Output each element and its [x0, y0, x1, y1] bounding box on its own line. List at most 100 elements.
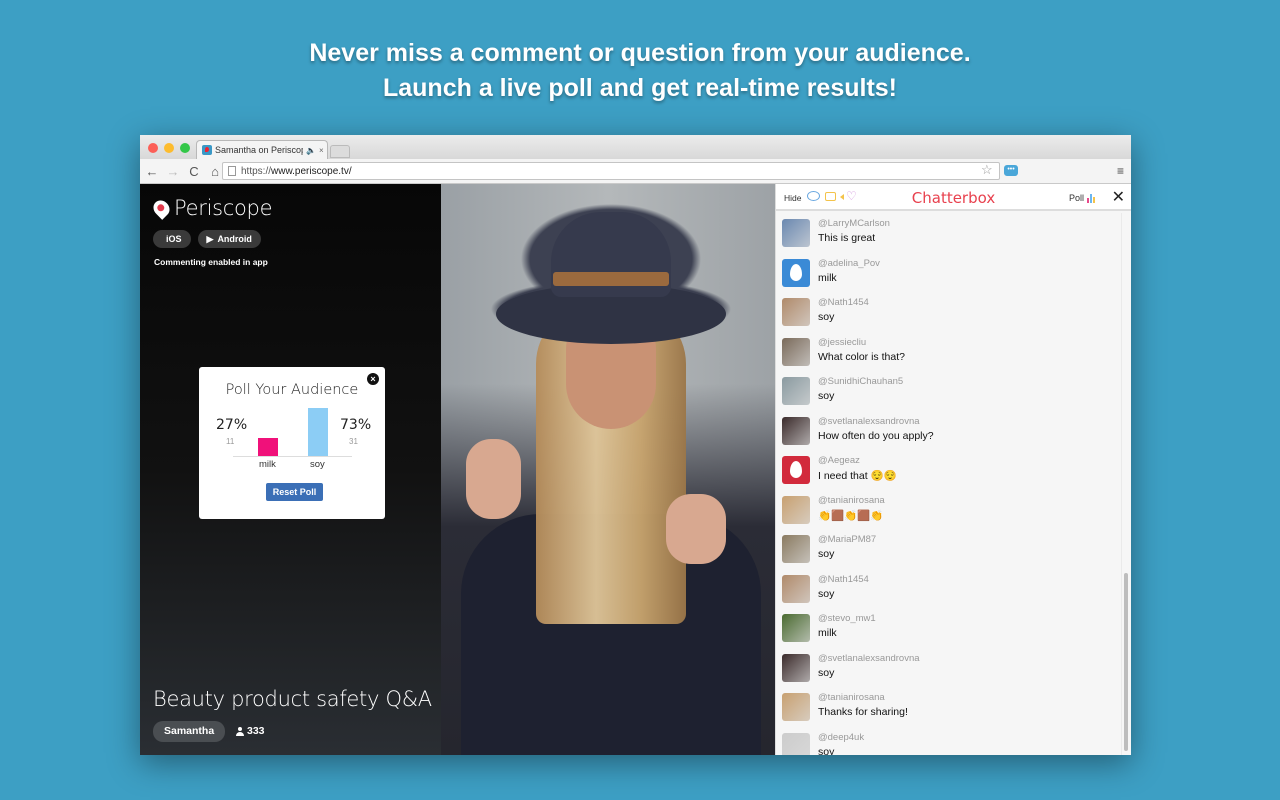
- chat-username[interactable]: @svetlanalexsandrovna: [818, 416, 920, 427]
- close-window-button[interactable]: [148, 143, 158, 153]
- chat-message: @stevo_mw1milk: [776, 608, 1122, 648]
- bar-chart-icon: [1087, 194, 1095, 203]
- chat-text: 👏🟫👏🟫👏: [818, 509, 884, 522]
- tab-title: Samantha on Periscope: [215, 145, 303, 155]
- chat-text: milk: [818, 271, 837, 284]
- person-icon: [236, 726, 244, 736]
- chat-text: This is great: [818, 232, 876, 244]
- url-text: https://www.periscope.tv/: [241, 166, 352, 177]
- user-avatar[interactable]: [782, 416, 810, 445]
- chat-message-list[interactable]: @LarryMCarlson This is great @adelina_Povm…: [776, 213, 1122, 755]
- chat-username[interactable]: @MariaPM87: [818, 534, 876, 545]
- bookmark-star-icon[interactable]: ☆: [981, 162, 993, 178]
- back-button[interactable]: ←: [143, 164, 161, 179]
- chat-scrollbar-thumb[interactable]: [1124, 573, 1128, 751]
- headline-line-1: Never miss a comment or question from yo…: [309, 39, 971, 67]
- minimize-window-button[interactable]: [164, 143, 174, 153]
- page-icon: [228, 166, 236, 176]
- chat-text: I need that 😌😌: [818, 470, 897, 482]
- poll-label-milk: milk: [259, 459, 276, 470]
- chat-text: soy: [818, 390, 835, 402]
- forward-button[interactable]: →: [164, 164, 182, 179]
- chat-message: @deep4uk soy: [776, 727, 1122, 755]
- poll-title: Poll Your Audience: [225, 382, 359, 398]
- chatterbox-panel: Hide ♡ Chatterbox Poll ✕ @LarryMCarlson T…: [775, 184, 1131, 755]
- user-avatar[interactable]: [782, 377, 810, 405]
- chat-username[interactable]: @tanianirosana: [818, 495, 885, 506]
- poll-toggle-button[interactable]: Poll: [1069, 193, 1095, 203]
- poll-label-soy: soy: [310, 459, 325, 470]
- user-avatar[interactable]: [782, 337, 810, 366]
- browser-tab[interactable]: Samantha on Periscope 🔈 ×: [196, 140, 328, 159]
- poll-baseline: [233, 456, 352, 457]
- chat-username[interactable]: @Aegeaz: [818, 455, 860, 466]
- poll-toggle-label: Poll: [1068, 193, 1084, 203]
- video-figure-hand-left: [466, 439, 521, 519]
- chat-message: @SunidhiChauhan5 soy: [776, 371, 1122, 411]
- promo-headline: Never miss a comment or question from yo…: [0, 36, 1280, 106]
- tab-close-icon[interactable]: ×: [319, 146, 324, 155]
- poll-card: × Poll Your Audience 27% 11 73% 31 milk …: [199, 367, 385, 519]
- chatterbox-extension-icon[interactable]: •••: [1004, 165, 1018, 176]
- user-avatar[interactable]: [782, 258, 810, 287]
- chat-message: @Nath1454 soy: [776, 292, 1122, 332]
- poll-milk-count: 11: [226, 437, 235, 446]
- chat-username[interactable]: @svetlanalexsandrovna: [818, 653, 920, 664]
- chat-message: @LarryMCarlson This is great: [776, 213, 1122, 253]
- chat-username[interactable]: @LarryMCarlson: [818, 218, 890, 229]
- new-tab-button[interactable]: [330, 145, 350, 158]
- periscope-pin-icon: [150, 196, 173, 220]
- maximize-window-button[interactable]: [180, 143, 190, 153]
- chat-message: @MariaPM87 soy: [776, 529, 1122, 569]
- chat-username[interactable]: @stevo_mw1: [818, 613, 876, 624]
- video-figure-hand-right: [666, 494, 726, 564]
- user-avatar[interactable]: [782, 653, 810, 682]
- stream-title: Beauty product safety Q&A: [153, 687, 432, 711]
- user-avatar[interactable]: [782, 219, 810, 247]
- window-controls: [148, 143, 190, 153]
- url-host: www.periscope.tv/: [271, 165, 352, 177]
- periscope-logo[interactable]: Periscope: [150, 196, 273, 220]
- user-avatar[interactable]: [782, 298, 810, 326]
- poll-milk-percent: 27%: [216, 417, 248, 433]
- user-avatar[interactable]: [782, 495, 810, 524]
- chat-close-icon[interactable]: ✕: [1112, 187, 1125, 207]
- chat-message: @Nath1454 soy: [776, 569, 1122, 609]
- browser-toolbar: ← → C ⌂ https://www.periscope.tv/ ☆ ••• …: [140, 159, 1131, 184]
- live-video[interactable]: [441, 184, 775, 755]
- android-button[interactable]: ▶ Android: [197, 230, 261, 248]
- poll-soy-count: 31: [349, 437, 358, 446]
- speaker-icon[interactable]: 🔈: [306, 146, 316, 155]
- video-figure-hat-band: [553, 272, 669, 286]
- chat-message: @adelina_Povmilk: [776, 253, 1122, 293]
- chat-message: @svetlanalexsandrovna soy: [776, 648, 1122, 688]
- chat-text: milk: [818, 627, 837, 639]
- chat-text: Thanks for sharing!: [818, 706, 908, 718]
- browser-menu-icon[interactable]: ≡: [1117, 164, 1124, 178]
- address-bar[interactable]: https://www.periscope.tv/: [222, 162, 1000, 180]
- chat-username[interactable]: @Nath1454: [818, 574, 869, 585]
- chat-username[interactable]: @tanianirosana: [818, 692, 885, 703]
- user-avatar[interactable]: [782, 535, 810, 563]
- chat-username[interactable]: @jessiecliu: [818, 337, 866, 348]
- chat-text: How often do you apply?: [818, 429, 934, 442]
- chat-message: @tanianirosana 👏🟫👏🟫👏: [776, 490, 1122, 530]
- reset-poll-button[interactable]: Reset Poll: [266, 483, 323, 501]
- ios-button[interactable]: iOS: [153, 230, 191, 248]
- user-avatar[interactable]: [782, 614, 810, 642]
- chat-username[interactable]: @deep4uk: [818, 732, 864, 743]
- periscope-favicon-icon: [202, 145, 212, 155]
- reload-button[interactable]: C: [185, 164, 203, 179]
- user-avatar[interactable]: [782, 574, 810, 603]
- user-avatar[interactable]: [782, 732, 810, 755]
- user-avatar[interactable]: [782, 693, 810, 721]
- chat-username[interactable]: @SunidhiChauhan5: [818, 376, 903, 387]
- chat-username[interactable]: @Nath1454: [818, 297, 869, 308]
- chat-username[interactable]: @adelina_Pov: [818, 258, 880, 269]
- broadcaster-badge[interactable]: Samantha: [153, 721, 226, 742]
- app-store-buttons: iOS ▶ Android: [153, 230, 261, 248]
- chat-message: @tanianirosana Thanks for sharing!: [776, 687, 1122, 727]
- user-avatar[interactable]: [782, 456, 810, 484]
- chat-text: soy: [818, 587, 835, 600]
- chat-text: soy: [818, 548, 835, 560]
